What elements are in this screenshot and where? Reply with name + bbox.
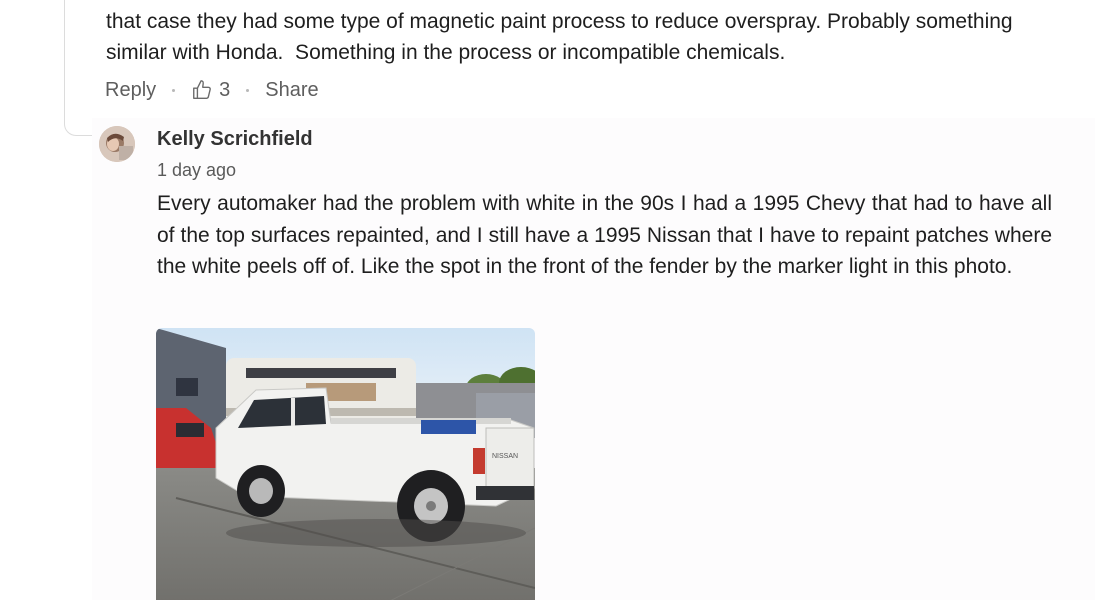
comment-author[interactable]: Kelly Scrichfield <box>157 128 313 151</box>
parent-comment-line-1: that case they had some type of magnetic… <box>106 9 1013 33</box>
comment-thread: ​that case they had some type of magneti… <box>0 0 1095 600</box>
thread-connector-curve <box>64 124 94 136</box>
reply-comment-body: Every automaker had the problem with whi… <box>157 192 1052 278</box>
avatar[interactable] <box>99 126 135 162</box>
truck-photo-image: NISSAN <box>156 328 535 600</box>
like-button[interactable]: 3 <box>191 79 230 102</box>
parent-comment-line-2: similar with Honda. Something in the pro… <box>106 41 786 64</box>
reply-button[interactable]: Reply <box>105 79 156 102</box>
like-count: 3 <box>219 78 231 101</box>
action-separator <box>172 88 176 92</box>
comment-timestamp: 1 day ago <box>157 160 237 180</box>
avatar-image <box>99 126 135 162</box>
comment-photo[interactable]: NISSAN <box>156 328 535 600</box>
parent-comment-actions: Reply 3 Share <box>105 76 319 104</box>
thread-connector-line <box>64 0 65 124</box>
action-separator <box>246 88 250 92</box>
parent-comment-body: ​that case they had some type of magneti… <box>106 0 1066 69</box>
tailgate-badge: NISSAN <box>492 453 518 460</box>
share-button[interactable]: Share <box>265 79 318 102</box>
thumbs-up-icon <box>193 80 212 99</box>
